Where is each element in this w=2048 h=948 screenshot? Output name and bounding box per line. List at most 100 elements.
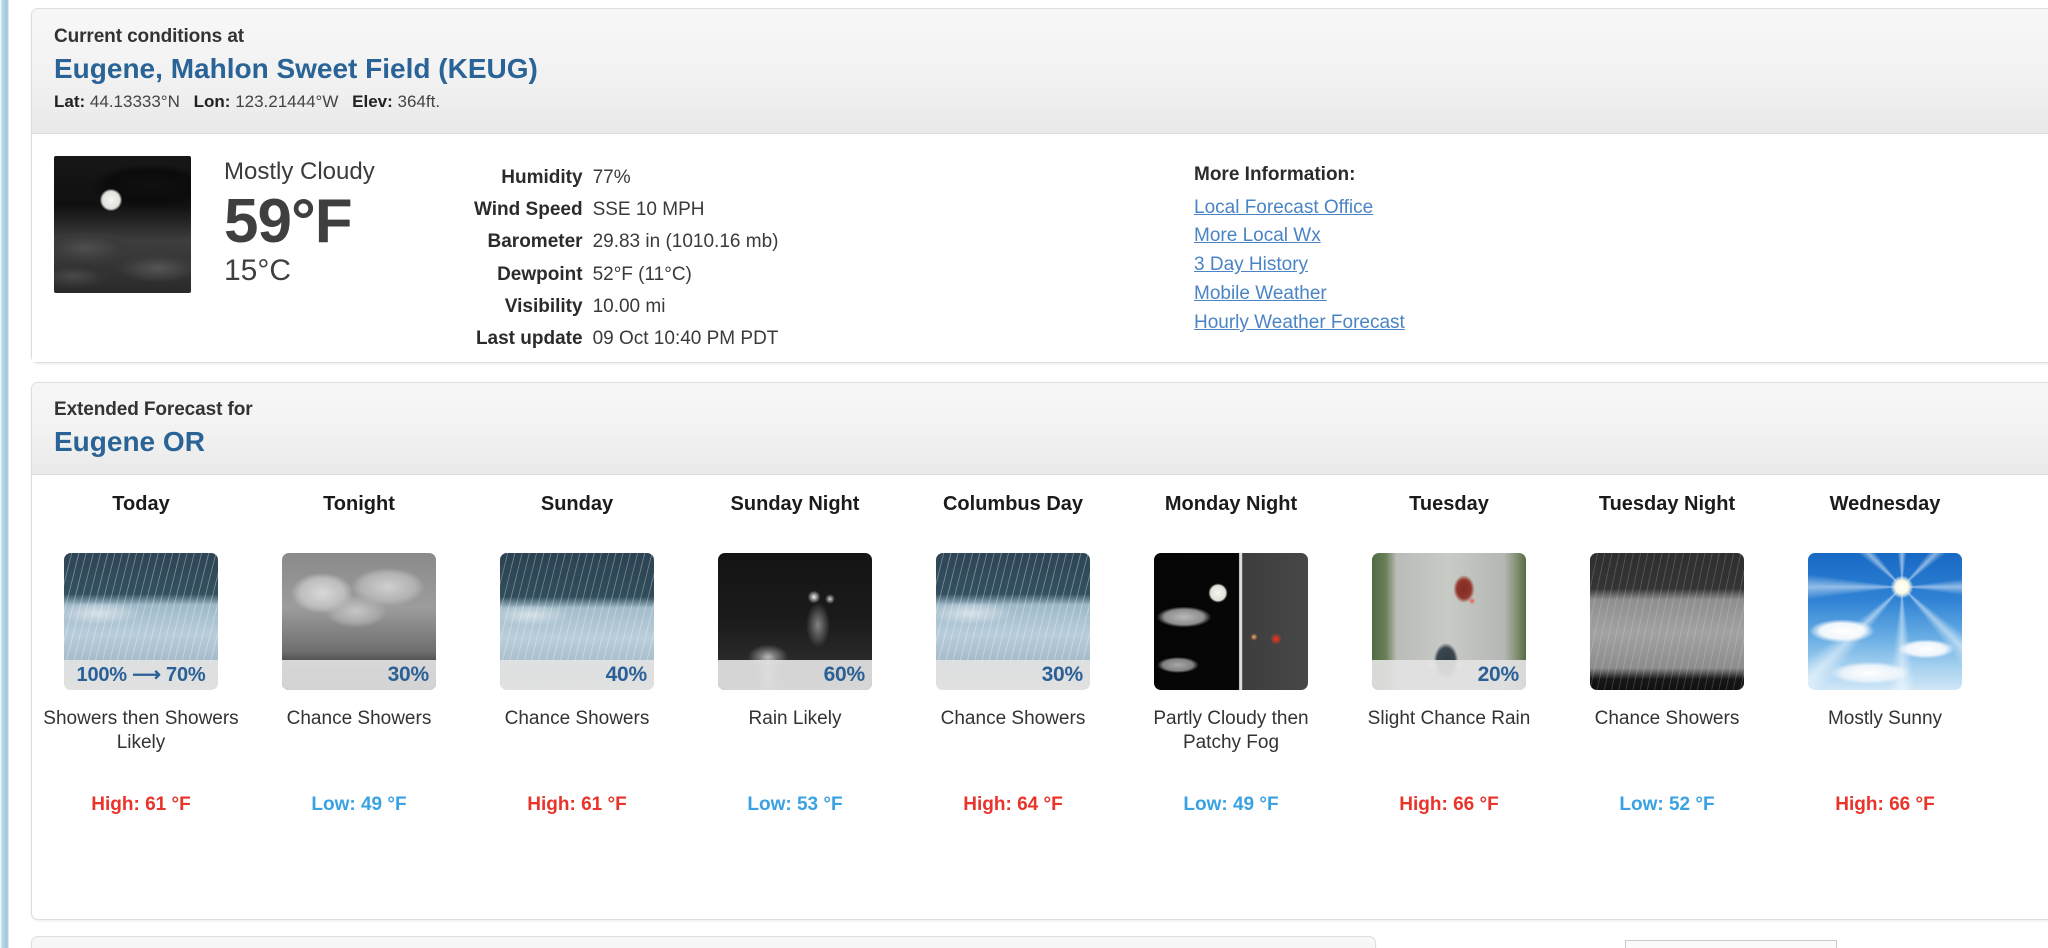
forecast-day-label: Tonight [323, 493, 395, 515]
rain-night-road-icon: 60% [718, 553, 872, 690]
forecast-card-wednesday[interactable]: Wednesday Mostly Sunny High: 66 °F [1776, 493, 1994, 818]
forecast-icon-wrap: 40% [474, 553, 680, 690]
forecast-card-sunday[interactable]: Sunday 40% Chance Showers High: 61 °F [468, 493, 686, 818]
detail-value: 29.83 in (1010.16 mb) [592, 231, 779, 253]
detail-value: 09 Oct 10:40 PM PDT [592, 328, 779, 350]
forecast-temperature: High: 61 °F [527, 794, 627, 815]
forecast-location: Eugene OR [54, 425, 205, 457]
forecast-day-label: Tuesday [1409, 493, 1489, 515]
table-row: Last update 09 Oct 10:40 PM PDT [474, 323, 778, 355]
forecast-card-monday-night[interactable]: Monday Night Partly Cloudy then Patchy F… [1122, 493, 1340, 818]
table-row: Humidity 77% [474, 162, 778, 194]
next-section-panel [31, 936, 1376, 948]
current-temperature-fahrenheit: 59°F [224, 186, 353, 256]
lat-value: 44.13333°N [89, 92, 180, 112]
forecast-day-label: Monday Night [1164, 493, 1298, 515]
link-local-forecast-office[interactable]: Local Forecast Office [1194, 194, 1614, 223]
lon-label: Lon: [193, 92, 231, 112]
forecast-day-label: Columbus Day [942, 493, 1084, 515]
forecast-description: Showers then Showers Likely [43, 708, 239, 753]
detail-label: Visibility [504, 295, 583, 317]
forecast-icon-wrap [1564, 553, 1770, 690]
forecast-day-label: Sunday Night [730, 493, 860, 515]
link-hourly-weather-forecast[interactable]: Hourly Weather Forecast [1194, 309, 1614, 338]
current-icon-column [32, 156, 224, 293]
table-row: Wind Speed SSE 10 MPH [474, 194, 778, 226]
station-coordinates: Lat: 44.13333°N Lon: 123.21444°W Elev: 3… [54, 91, 2048, 113]
forecast-icon-wrap: 60% [692, 553, 898, 690]
forecast-card-tuesday[interactable]: Tuesday 20% Slight Chance Rain High: 66 … [1340, 493, 1558, 818]
forecast-description: Chance Showers [940, 708, 1086, 729]
forecast-card-sunday-night[interactable]: Sunday Night 60% Rain Likely Low: 53 °F [686, 493, 904, 818]
forecast-day-label: Today [112, 493, 170, 515]
detail-label: Last update [475, 328, 583, 350]
night-moon-mostly-cloudy-icon [54, 156, 191, 293]
current-conditions-panel: Current conditions at Eugene, Mahlon Swe… [31, 8, 2048, 363]
forecast-day-label: Tuesday Night [1598, 493, 1736, 515]
detail-label: Humidity [501, 167, 583, 188]
forecast-description: Chance Showers [286, 708, 432, 729]
table-row: Barometer 29.83 in (1010.16 mb) [474, 226, 779, 258]
current-conditions-header: Current conditions at Eugene, Mahlon Swe… [32, 9, 2048, 134]
detail-value: 10.00 mi [592, 295, 666, 317]
mostly-sunny-icon [1808, 553, 1962, 690]
extended-forecast-panel: Extended Forecast for Eugene OR Today 10… [31, 382, 2048, 920]
current-conditions-body: Mostly Cloudy 59°F 15°C Humidity 77% Win… [32, 134, 2048, 362]
forecast-icon-wrap [1128, 553, 1334, 690]
detail-value: 77% [592, 167, 631, 188]
elev-value: 364ft. [397, 92, 441, 112]
current-temperature-celsius: 15°C [224, 253, 292, 287]
forecast-card-tonight[interactable]: Tonight 30% Chance Showers Low: 49 °F [250, 493, 468, 818]
current-temperature-column: Mostly Cloudy 59°F 15°C [224, 156, 474, 287]
detail-value: SSE 10 MPH [592, 199, 705, 221]
forecast-temperature: Low: 53 °F [747, 794, 843, 815]
slight-chance-rain-road-icon: 20% [1372, 553, 1526, 690]
forecast-temperature: High: 66 °F [1399, 794, 1499, 815]
rain-day-icon: 40% [500, 553, 654, 690]
link-more-local-wx[interactable]: More Local Wx [1194, 222, 1614, 251]
forecast-card-today[interactable]: Today 100% ⟶ 70% Showers then Showers Li… [32, 493, 250, 818]
current-details-table: Humidity 77% Wind Speed SSE 10 MPH Barom… [474, 162, 778, 355]
rain-night-icon [1590, 553, 1744, 690]
forecast-day-label: Sunday [540, 493, 614, 515]
link-mobile-weather[interactable]: Mobile Weather [1194, 280, 1614, 309]
detail-label: Wind Speed [474, 199, 583, 221]
precipitation-chance: 40% [500, 660, 654, 690]
partly-cloudy-night-fog-icon [1154, 553, 1308, 690]
extended-forecast-heading: Extended Forecast for [54, 399, 253, 420]
page-content: Current conditions at Eugene, Mahlon Swe… [31, 0, 2048, 948]
next-section-side-box [1625, 940, 1837, 948]
forecast-description: Chance Showers [1594, 708, 1740, 729]
precipitation-chance: 100% ⟶ 70% [64, 660, 218, 690]
rain-day-icon: 100% ⟶ 70% [64, 553, 218, 690]
precipitation-chance: 30% [282, 660, 436, 690]
lon-value: 123.21444°W [235, 92, 339, 112]
forecast-description: Chance Showers [504, 708, 650, 729]
current-conditions-heading: Current conditions at [54, 26, 245, 47]
forecast-temperature: High: 66 °F [1835, 794, 1935, 815]
forecast-temperature: High: 61 °F [91, 794, 191, 815]
precipitation-chance: 30% [936, 660, 1090, 690]
detail-value: 52°F (11°C) [592, 263, 692, 285]
detail-label: Barometer [487, 231, 583, 253]
forecast-description: Mostly Sunny [1827, 708, 1943, 729]
more-information-column: More Information: Local Forecast Office … [1194, 156, 1614, 338]
table-row: Visibility 10.00 mi [474, 291, 778, 323]
forecast-description: Partly Cloudy then Patchy Fog [1153, 708, 1309, 753]
forecast-description: Rain Likely [748, 708, 842, 729]
forecast-icon-wrap: 100% ⟶ 70% [38, 553, 244, 690]
page-left-margin [9, 0, 31, 948]
table-row: Dewpoint 52°F (11°C) [474, 259, 778, 291]
rain-day-icon: 30% [936, 553, 1090, 690]
forecast-icon-wrap: 20% [1346, 553, 1552, 690]
forecast-card-columbus-day[interactable]: Columbus Day 30% Chance Showers High: 64… [904, 493, 1122, 818]
weather-page: Current conditions at Eugene, Mahlon Swe… [0, 0, 2048, 948]
lat-label: Lat: [54, 92, 86, 112]
current-condition-text: Mostly Cloudy [224, 158, 375, 185]
forecast-card-tuesday-night[interactable]: Tuesday Night Chance Showers Low: 52 °F [1558, 493, 1776, 818]
forecast-description: Slight Chance Rain [1367, 708, 1531, 729]
forecast-card-row: Today 100% ⟶ 70% Showers then Showers Li… [32, 475, 2048, 818]
forecast-temperature: Low: 49 °F [311, 794, 407, 815]
link-3-day-history[interactable]: 3 Day History [1194, 251, 1614, 280]
forecast-icon-wrap [1782, 553, 1988, 690]
